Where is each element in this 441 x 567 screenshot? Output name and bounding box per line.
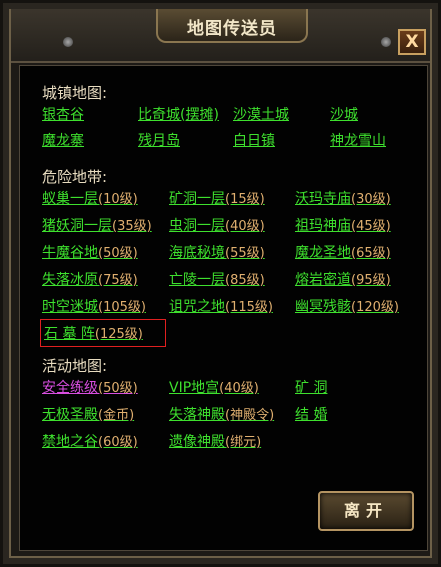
map-link-shamotucheng[interactable]: 沙漠土城 (233, 104, 289, 124)
leave-button[interactable]: 离开 (318, 491, 414, 531)
danger-section-title: 危险地带: (42, 168, 108, 186)
title-plate: 地图传送员 (156, 9, 308, 43)
map-name: 失落冰原 (42, 272, 98, 288)
map-name: 时空迷城 (42, 299, 98, 315)
map-link-event[interactable]: 结 婚 (295, 404, 327, 424)
map-link-molongzhai[interactable]: 魔龙寨 (42, 130, 84, 150)
map-level: (神殿令) (225, 408, 275, 423)
map-name: 石 墓 阵 (44, 326, 95, 342)
map-name: 禁地之谷 (42, 434, 98, 450)
title-bar: 地图传送员 (11, 9, 430, 63)
map-name: 安全练级 (42, 380, 98, 396)
map-level: (10级) (98, 192, 138, 207)
map-name: 熔岩密道 (295, 272, 351, 288)
map-level: (35级) (112, 219, 152, 234)
map-link-event[interactable]: 禁地之谷(60级) (42, 431, 138, 451)
map-link-shenlongxueshan[interactable]: 神龙雪山 (330, 130, 386, 150)
close-button[interactable]: X (398, 29, 426, 55)
map-name: 诅咒之地 (169, 299, 225, 315)
map-name: 失落神殿 (169, 407, 225, 423)
map-list-panel: 城镇地图: 银杏谷 比奇城(摆摊) 沙漠土城 沙城 魔龙寨 残月岛 白日镇 神龙… (19, 65, 428, 551)
map-level: (40级) (225, 219, 265, 234)
map-name: 遗像神殿 (169, 434, 225, 450)
map-name: 结 婚 (295, 407, 328, 423)
map-level: (15级) (225, 192, 265, 207)
map-link-danger[interactable]: 魔龙圣地(65级) (295, 242, 391, 262)
map-link-danger[interactable]: 祖玛神庙(45级) (295, 215, 391, 235)
map-level: (125级) (94, 327, 143, 342)
map-name: 矿洞一层 (169, 191, 225, 207)
map-link-danger[interactable]: 虫洞一层(40级) (169, 215, 265, 235)
map-link-event[interactable]: VIP地宫(40级) (169, 377, 259, 397)
map-level: (45级) (351, 219, 391, 234)
map-level: (115级) (225, 300, 273, 315)
map-name: 牛魔谷地 (42, 245, 98, 261)
map-link-danger[interactable]: 蚁巢一层(10级) (42, 188, 138, 208)
map-link-danger[interactable]: 诅咒之地(115级) (169, 296, 273, 316)
map-link-danger[interactable]: 沃玛寺庙(30级) (295, 188, 391, 208)
window-title: 地图传送员 (187, 19, 277, 39)
map-level: (30级) (351, 192, 391, 207)
map-link-yinxinggu[interactable]: 银杏谷 (42, 104, 84, 124)
map-level: (40级) (219, 381, 259, 396)
rivet-icon (63, 37, 73, 47)
map-name: 幽冥残骸 (295, 299, 351, 315)
map-link-bairizhen[interactable]: 白日镇 (233, 130, 275, 150)
map-link-danger[interactable]: 亡陵一层(85级) (169, 269, 265, 289)
map-link-shimuzhen[interactable]: 石 墓 阵(125级) (44, 323, 143, 343)
map-level: (60级) (98, 435, 138, 450)
map-name: 沃玛寺庙 (295, 191, 351, 207)
map-name: 矿 洞 (295, 380, 328, 396)
map-link-danger[interactable]: 猪妖洞一层(35级) (42, 215, 152, 235)
map-level: (65级) (351, 246, 391, 261)
map-name: 蚁巢一层 (42, 191, 98, 207)
map-name: VIP地宫 (169, 380, 220, 396)
map-link-event[interactable]: 遗像神殿(绑元) (169, 431, 261, 451)
map-level: (85级) (225, 273, 265, 288)
map-level: (105级) (98, 300, 146, 315)
map-link-event[interactable]: 矿 洞 (295, 377, 327, 397)
map-link-danger[interactable]: 矿洞一层(15级) (169, 188, 265, 208)
map-name: 海底秘境 (169, 245, 225, 261)
map-link-shacheng[interactable]: 沙城 (330, 104, 358, 124)
map-name: 猪妖洞一层 (42, 218, 112, 234)
map-link-danger[interactable]: 海底秘境(55级) (169, 242, 265, 262)
map-name: 魔龙圣地 (295, 245, 351, 261)
map-name: 虫洞一层 (169, 218, 225, 234)
map-link-event[interactable]: 无极圣殿(金币) (42, 404, 134, 424)
map-level: (50级) (98, 381, 138, 396)
map-link-danger[interactable]: 熔岩密道(95级) (295, 269, 391, 289)
map-link-danger[interactable]: 时空迷城(105级) (42, 296, 146, 316)
map-level: (50级) (98, 246, 138, 261)
map-level: (75级) (98, 273, 138, 288)
rivet-icon (381, 37, 391, 47)
map-level: (金币) (98, 408, 135, 423)
map-link-danger[interactable]: 幽冥残骸(120级) (295, 296, 399, 316)
map-link-danger[interactable]: 牛魔谷地(50级) (42, 242, 138, 262)
map-name: 祖玛神庙 (295, 218, 351, 234)
map-level: (95级) (351, 273, 391, 288)
dialog-frame: 地图传送员 X 城镇地图: 银杏谷 比奇城(摆摊) 沙漠土城 沙城 魔龙寨 残月… (0, 0, 441, 567)
map-link-event[interactable]: 安全练级(50级) (42, 377, 138, 397)
event-section-title: 活动地图: (42, 357, 108, 375)
town-section-title: 城镇地图: (42, 84, 108, 102)
map-name: 亡陵一层 (169, 272, 225, 288)
map-name: 无极圣殿 (42, 407, 98, 423)
map-level: (120级) (351, 300, 399, 315)
map-link-biqi[interactable]: 比奇城(摆摊) (138, 104, 219, 124)
map-link-canyuedao[interactable]: 残月岛 (138, 130, 180, 150)
map-level: (绑元) (225, 435, 262, 450)
map-level: (55级) (225, 246, 265, 261)
map-link-event[interactable]: 失落神殿(神殿令) (169, 404, 274, 424)
map-link-danger[interactable]: 失落冰原(75级) (42, 269, 138, 289)
